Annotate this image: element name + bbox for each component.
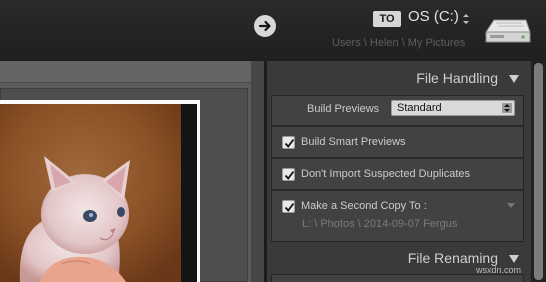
collapse-triangle-icon[interactable] [508,74,520,84]
dont-import-duplicates-label: Don't Import Suspected Duplicates [301,168,471,180]
build-previews-row: Build Previews Standard [271,95,524,126]
build-smart-previews-label: Build Smart Previews [301,136,406,148]
kitten-photo-thumbnail[interactable] [0,104,181,282]
second-copy-path[interactable]: L: \ Photos \ 2014-09-07 Fergus [302,218,457,230]
panel-scrollbar-thumb[interactable] [534,63,543,280]
panel-scrollbar[interactable] [531,61,546,282]
file-handling-title: File Handling [416,70,498,86]
dont-import-duplicates-checkbox[interactable] [282,168,295,181]
file-handling-header[interactable]: File Handling [270,65,528,91]
select-updown-icon [502,103,512,113]
build-previews-value: Standard [397,102,442,114]
destination-drive[interactable]: OS (C:) [408,8,459,25]
second-copy-checkbox[interactable] [282,200,295,213]
dont-import-duplicates-row: Don't Import Suspected Duplicates [271,158,524,190]
file-renaming-first-row [271,274,524,282]
import-destination-bar: TO OS (C:) Users \ Helen \ My Pictures [0,0,546,61]
collapse-triangle-icon[interactable] [508,254,520,264]
build-smart-previews-row: Build Smart Previews [271,126,524,158]
grid-scrollbar[interactable] [251,61,264,282]
destination-path: Users \ Helen \ My Pictures [332,37,466,49]
watermark: wsxdn.com [476,265,522,275]
build-smart-previews-checkbox[interactable] [282,136,295,149]
second-copy-dropdown-icon[interactable] [507,203,515,208]
build-previews-label: Build Previews [307,103,380,115]
arrow-right-icon[interactable] [254,15,276,37]
drive-icon [485,19,531,43]
to-badge: TO [373,11,401,27]
file-renaming-title: File Renaming [407,250,498,266]
updown-icon[interactable] [462,12,470,26]
second-copy-row: Make a Second Copy To : L: \ Photos \ 20… [271,190,524,242]
panel-divider [264,61,267,282]
build-previews-select[interactable]: Standard [391,100,515,116]
second-copy-label: Make a Second Copy To : [301,200,427,212]
thumbnail-shadow [181,104,197,282]
grid-header [0,61,264,83]
